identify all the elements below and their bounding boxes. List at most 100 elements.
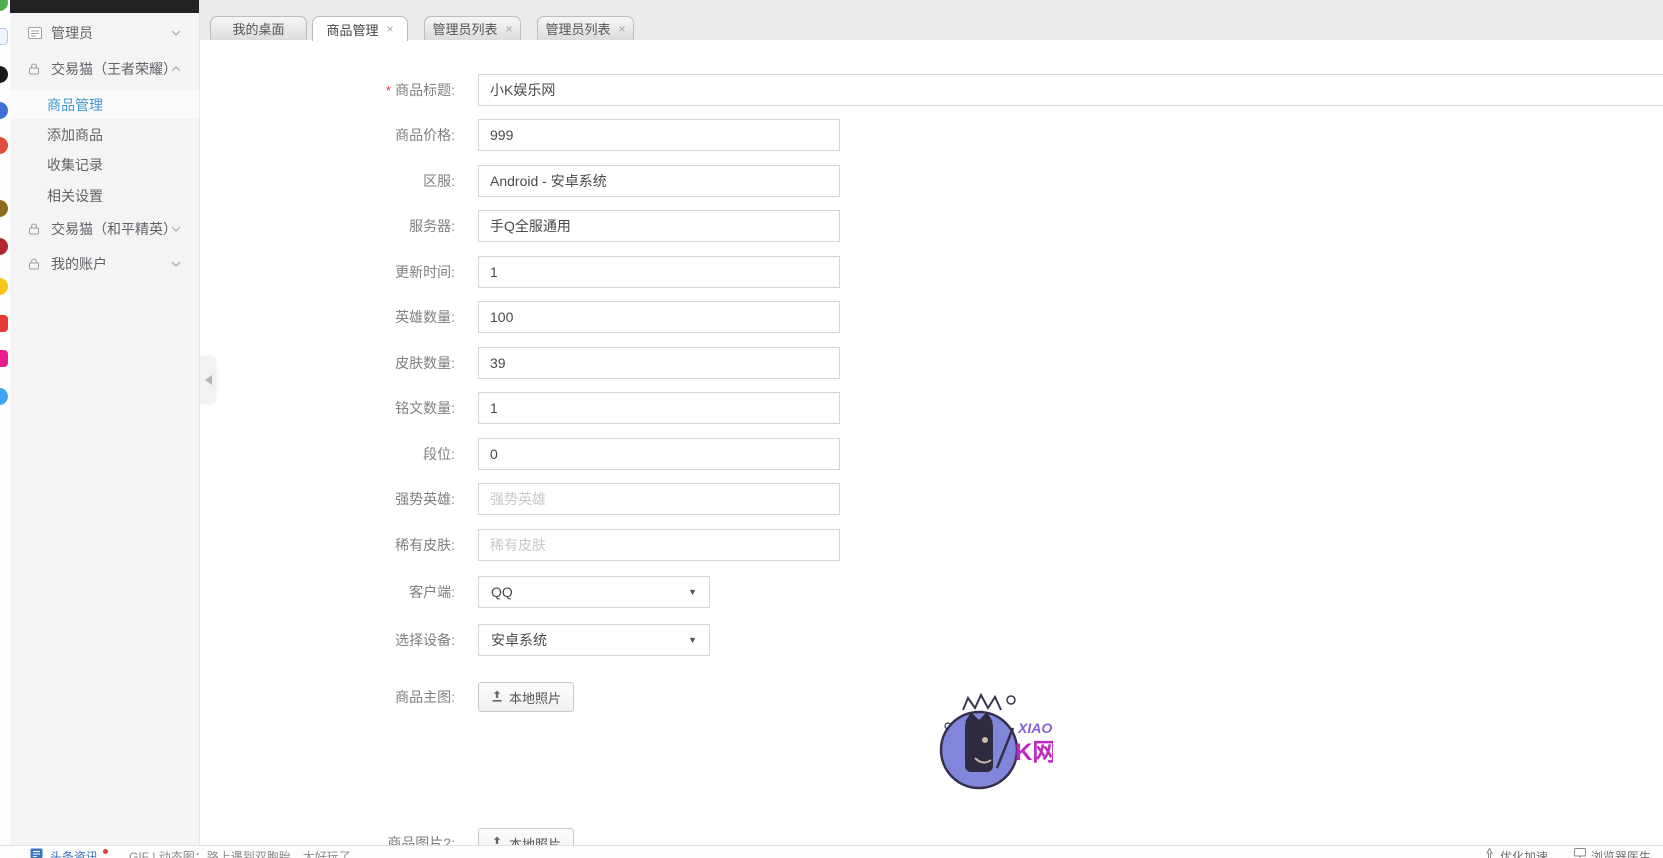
sidebar-item-label: 管理员 [51, 23, 93, 43]
red-white-app-icon[interactable] [0, 137, 8, 154]
close-icon[interactable]: × [619, 23, 626, 35]
rune-count-input[interactable] [478, 392, 840, 424]
sidebar-item-label: 收集记录 [47, 155, 103, 175]
close-icon[interactable]: × [506, 23, 513, 35]
server-input[interactable] [478, 210, 840, 242]
notification-dot [103, 849, 108, 854]
sidebar-item-label: 我的账户 [51, 254, 107, 274]
collapse-left-arrow-icon [205, 375, 212, 385]
sidebar-item-goods-manage[interactable]: 商品管理 [10, 90, 199, 119]
field-label: 段位: [200, 444, 455, 464]
form-row-price: 商品价格: [200, 119, 840, 151]
form-row-skin-count: 皮肤数量: [200, 347, 840, 379]
tab-label: 管理员列表 [432, 19, 497, 38]
strong-heroes-input[interactable] [478, 483, 840, 515]
select-value: 安卓系统 [491, 630, 547, 650]
magenta-app-icon[interactable] [0, 350, 8, 367]
goods-title-input[interactable] [478, 74, 1663, 106]
sidebar-group-trade-cat-wzry[interactable]: 交易猫（王者荣耀） [10, 52, 199, 86]
lightblue-app-icon[interactable] [0, 388, 8, 405]
yellow-app-icon[interactable] [0, 278, 8, 295]
upload-icon [491, 690, 503, 705]
field-label: *商品标题: [200, 80, 455, 100]
black-app-icon[interactable] [0, 66, 8, 83]
select-value: QQ [491, 584, 513, 600]
form-row-update-time: 更新时间: [200, 256, 840, 288]
sidebar-item-label: 交易猫（王者荣耀） [51, 59, 177, 79]
chevron-down-icon [171, 30, 181, 36]
sidebar-item-label: 商品管理 [47, 95, 103, 115]
chevron-up-icon [171, 66, 181, 72]
blue-app-icon[interactable] [0, 102, 8, 119]
rank-input[interactable] [478, 438, 840, 470]
sidebar-collapse-handle[interactable] [200, 356, 216, 404]
upload-button-label: 本地照片 [509, 834, 561, 846]
update-time-input[interactable] [478, 256, 840, 288]
app-dock [0, 0, 10, 845]
notes-app-icon[interactable] [0, 28, 8, 45]
hero-count-input[interactable] [478, 301, 840, 333]
close-icon[interactable]: × [387, 23, 394, 35]
field-label: 选择设备: [200, 630, 455, 650]
id-card-icon [28, 27, 42, 39]
speedup-icon [1484, 848, 1495, 858]
field-label: 强势英雄: [200, 489, 455, 509]
device-select[interactable]: 安卓系统 ▼ [478, 624, 710, 656]
upload-main-photo-button[interactable]: 本地照片 [478, 682, 574, 712]
form-row-image2: 商品图片2: 本地照片 [200, 828, 574, 845]
red-black-app-icon[interactable] [0, 238, 8, 255]
rare-skins-input[interactable] [478, 529, 840, 561]
tab-admin-list-1[interactable]: 管理员列表 × [424, 16, 521, 40]
dropdown-arrow-icon: ▼ [688, 587, 697, 597]
field-label: 英雄数量: [200, 307, 455, 327]
sidebar-item-collect-records[interactable]: 收集记录 [10, 150, 199, 180]
region-input[interactable] [478, 165, 840, 197]
browser-doctor-button[interactable]: 浏览器医生 [1574, 848, 1651, 858]
sidebar-item-label: 交易猫（和平精英） [51, 219, 177, 239]
form-row-rare-skins: 稀有皮肤: [200, 529, 840, 561]
optimize-speed-button[interactable]: 优化加速 [1484, 848, 1548, 858]
required-mark: * [386, 83, 391, 98]
form-row-rank: 段位: [200, 438, 840, 470]
screen: 管理员 交易猫（王者荣耀） 商品管理 添加商品 收集记录 相关设置 [0, 0, 1663, 858]
upload-button-label: 本地照片 [509, 688, 561, 707]
form-row-hero-count: 英雄数量: [200, 301, 840, 333]
sidebar-group-admin[interactable]: 管理员 [10, 16, 199, 50]
browser-status-bar: 头条资讯 GIF | 动态图：路上遇到双胞胎，太好玩了 优化加速 浏览器医生 [0, 845, 1663, 858]
chevron-down-icon [171, 261, 181, 267]
watermark-text-kwang: K网 [1015, 739, 1053, 766]
tab-goods-manage[interactable]: 商品管理 × [312, 16, 408, 41]
chevron-down-icon [171, 226, 181, 232]
news-headline[interactable]: GIF | 动态图：路上遇到双胞胎，太好玩了 [129, 848, 351, 858]
news-feed-link[interactable]: 头条资讯 [50, 848, 108, 858]
sidebar-item-add-goods[interactable]: 添加商品 [10, 120, 199, 149]
upload-photo2-button[interactable]: 本地照片 [478, 828, 574, 845]
form-row-rune-count: 铭文数量: [200, 392, 840, 424]
tab-label: 管理员列表 [545, 19, 610, 38]
form-row-title: *商品标题: [200, 74, 1663, 106]
client-select[interactable]: QQ ▼ [478, 576, 710, 608]
sidebar-group-trade-cat-hpjy[interactable]: 交易猫（和平精英） [10, 212, 199, 246]
form-row-server: 服务器: [200, 210, 840, 242]
gold-emblem-app-icon[interactable] [0, 200, 8, 217]
sidebar-nav: 管理员 交易猫（王者荣耀） 商品管理 添加商品 收集记录 相关设置 [10, 13, 199, 833]
form-row-device: 选择设备: 安卓系统 ▼ [200, 624, 710, 656]
sidebar-item-settings[interactable]: 相关设置 [10, 181, 199, 210]
sidebar-item-label: 添加商品 [47, 125, 103, 145]
goods-price-input[interactable] [478, 119, 840, 151]
tab-admin-list-2[interactable]: 管理员列表 × [537, 16, 634, 40]
field-label: 客户端: [200, 582, 455, 602]
sidebar-group-my-account[interactable]: 我的账户 [10, 247, 199, 281]
goods-edit-form: *商品标题: 商品价格: 区服: 服务器: 更新时间: 英雄数量: [200, 40, 1663, 845]
sidebar: 管理员 交易猫（王者荣耀） 商品管理 添加商品 收集记录 相关设置 [10, 0, 200, 845]
field-label: 更新时间: [200, 262, 455, 282]
green-app-icon[interactable] [0, 0, 8, 11]
news-icon [30, 848, 43, 858]
field-label: 稀有皮肤: [200, 535, 455, 555]
red-square-app-icon[interactable] [0, 315, 8, 332]
skin-count-input[interactable] [478, 347, 840, 379]
tab-my-desktop[interactable]: 我的桌面 [210, 16, 307, 40]
lock-icon [28, 223, 42, 235]
dropdown-arrow-icon: ▼ [688, 635, 697, 645]
field-label: 区服: [200, 171, 455, 191]
